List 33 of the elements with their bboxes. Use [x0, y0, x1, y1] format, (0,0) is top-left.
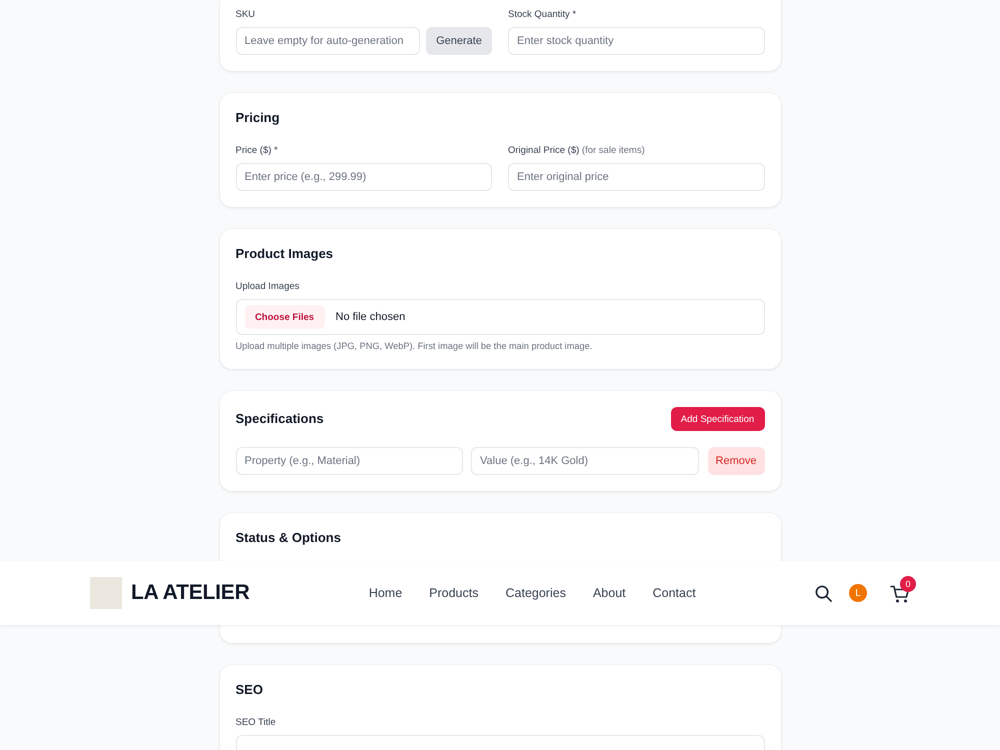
text-input[interactable]: Leave empty for auto-generation	[236, 27, 420, 55]
section-title: Specifications	[236, 410, 324, 428]
brand-name[interactable]: LA ATELIER	[131, 581, 250, 605]
generate-button[interactable]: Generate	[426, 27, 492, 55]
add-specification-button[interactable]: Add Specification	[670, 407, 764, 431]
cart-count-badge: 0	[900, 576, 916, 592]
section-title: Pricing	[236, 109, 281, 127]
file-status-text: No file chosen	[336, 311, 406, 323]
text-input[interactable]: Enter original price	[508, 163, 764, 191]
field-label: Price ($) *	[236, 144, 279, 158]
remove-button[interactable]: Remove	[708, 447, 764, 475]
nav-link[interactable]: Products	[429, 586, 478, 600]
help-text: Upload multiple images (JPG, PNG, WebP). First image will be the main product image.	[236, 340, 594, 353]
text-input[interactable]: Enter stock quantity	[508, 27, 764, 55]
property-input[interactable]: Property (e.g., Material)	[236, 447, 463, 475]
field-label: SKU	[236, 8, 256, 22]
field-label: SEO Title	[236, 716, 277, 730]
choose-files-button[interactable]: Choose Files	[244, 305, 324, 329]
text-input[interactable]: Enter price (e.g., 299.99)	[236, 163, 492, 191]
value-input[interactable]: Value (e.g., 14K Gold)	[471, 447, 698, 475]
field-label: Upload Images	[236, 280, 300, 294]
nav-link[interactable]: Home	[368, 586, 402, 600]
section-title: SEO	[236, 681, 264, 699]
field-label: Original Price ($) (for sale items)	[508, 144, 646, 158]
nav-link[interactable]: Contact	[652, 586, 696, 600]
cart-icon[interactable]	[890, 585, 910, 604]
field-label: Stock Quantity *	[508, 8, 578, 22]
nav-link[interactable]: Categories	[506, 586, 566, 600]
file-upload-field[interactable]: Choose Files No file chosen	[236, 299, 764, 335]
nav-link[interactable]: About	[592, 586, 626, 600]
section-title: Status & Options	[236, 529, 342, 547]
search-icon[interactable]	[814, 584, 832, 602]
section-title: Product Images	[236, 245, 334, 263]
